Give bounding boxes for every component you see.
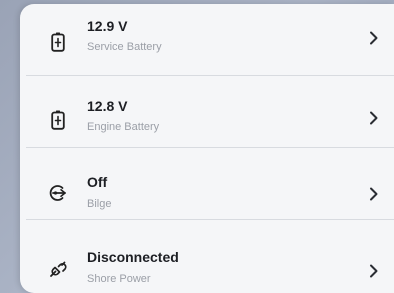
item-label: Bilge [87, 198, 112, 210]
chevron-right-icon[interactable] [368, 263, 380, 279]
status-card: 12.9 V Service Battery 12.8 V Engine Bat… [20, 4, 394, 293]
item-value: 12.9 V [87, 18, 128, 34]
item-label: Service Battery [87, 41, 162, 53]
chevron-right-icon[interactable] [368, 30, 380, 46]
list-item-bilge[interactable]: Off Bilge [20, 148, 394, 220]
list-item-service-battery[interactable]: 12.9 V Service Battery [20, 4, 394, 76]
battery-icon [47, 31, 69, 53]
item-value: Disconnected [87, 249, 179, 265]
item-value: Off [87, 174, 108, 190]
chevron-right-icon[interactable] [368, 186, 380, 202]
item-label: Engine Battery [87, 121, 160, 133]
plug-disconnected-icon [47, 258, 69, 280]
bilge-pump-icon [46, 182, 68, 204]
item-value: 12.8 V [87, 98, 128, 114]
battery-icon [47, 109, 69, 131]
list-item-shore-power[interactable]: Disconnected Shore Power [20, 220, 394, 293]
item-label: Shore Power [87, 273, 151, 285]
chevron-right-icon[interactable] [368, 110, 380, 126]
list-item-engine-battery[interactable]: 12.8 V Engine Battery [20, 76, 394, 148]
